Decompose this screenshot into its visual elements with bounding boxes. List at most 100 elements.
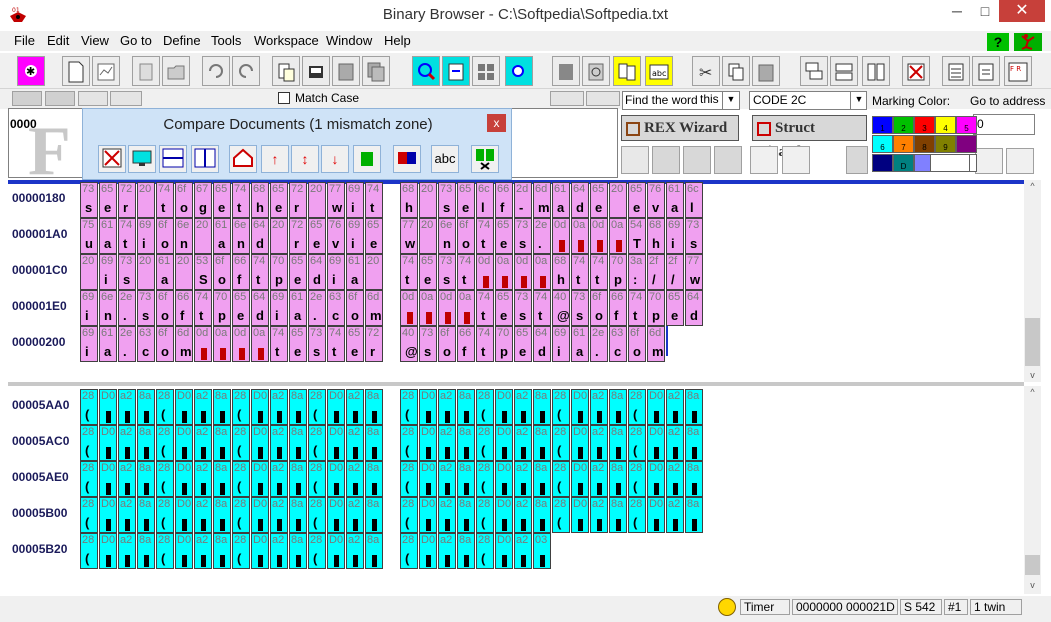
hex-byte-cell[interactable]: 66 f: [232, 254, 250, 290]
hex-byte-cell[interactable]: 28 (: [156, 425, 174, 461]
hex-byte-cell[interactable]: 28 (: [552, 389, 570, 425]
help-icon[interactable]: ?: [987, 33, 1009, 51]
navigate-icon[interactable]: [442, 56, 470, 86]
hex-byte-cell[interactable]: D0: [251, 533, 269, 569]
properties-icon[interactable]: [942, 56, 970, 86]
hex-byte-cell[interactable]: 0a: [571, 218, 589, 254]
hex-byte-cell[interactable]: 74 t: [571, 254, 589, 290]
home-icon[interactable]: [1006, 148, 1034, 174]
hex-byte-cell[interactable]: 8a: [213, 461, 231, 497]
hex-byte-cell[interactable]: D0: [419, 497, 437, 533]
hex-byte-cell[interactable]: 20: [365, 254, 383, 290]
hex-byte-cell[interactable]: 70 p: [647, 290, 665, 326]
compare-monitor-icon[interactable]: [128, 145, 156, 173]
hex-byte-cell[interactable]: 8a: [289, 461, 307, 497]
hex-byte-cell[interactable]: 28 (: [552, 461, 570, 497]
hex-byte-cell[interactable]: 65 e: [495, 290, 513, 326]
hex-byte-cell[interactable]: D0: [327, 461, 345, 497]
scan-icon[interactable]: [132, 56, 160, 86]
hex-byte-cell[interactable]: 74 t: [118, 218, 136, 254]
hex-byte-cell[interactable]: 73 s: [419, 326, 437, 362]
hex-byte-cell[interactable]: D0: [495, 425, 513, 461]
hex-byte-cell[interactable]: 0a: [213, 326, 231, 362]
hex-byte-cell[interactable]: 69 i: [346, 182, 364, 218]
new-document-icon[interactable]: [62, 56, 90, 86]
select-block-icon[interactable]: [552, 56, 580, 86]
hex-byte-cell[interactable]: 2f /: [666, 254, 684, 290]
hex-byte-cell[interactable]: 75 u: [80, 218, 98, 254]
palette-color-cell[interactable]: [956, 135, 977, 153]
hex-byte-cell[interactable]: 8a: [609, 461, 627, 497]
mismatch-zone-icon[interactable]: ↕: [291, 145, 319, 173]
hex-byte-cell[interactable]: D0: [99, 425, 117, 461]
hex-byte-cell[interactable]: D0: [647, 389, 665, 425]
hex-byte-cell[interactable]: a2: [270, 425, 288, 461]
hex-byte-cell[interactable]: 2e.: [308, 290, 326, 326]
hex-byte-cell[interactable]: 73 s: [514, 218, 532, 254]
hex-byte-cell[interactable]: 6d m: [365, 290, 383, 326]
menu-file[interactable]: File: [14, 33, 35, 48]
hex-byte-cell[interactable]: D0: [175, 425, 193, 461]
hex-byte-cell[interactable]: 74 t: [327, 326, 345, 362]
hex-byte-cell[interactable]: D0: [495, 533, 513, 569]
menu-view[interactable]: View: [81, 33, 109, 48]
hex-byte-cell[interactable]: 8a: [457, 533, 475, 569]
tile-vertical-icon[interactable]: [862, 56, 890, 86]
hex-byte-cell[interactable]: 28 (: [232, 497, 250, 533]
hex-byte-cell[interactable]: a2: [590, 425, 608, 461]
hex-byte-cell[interactable]: 54 T: [628, 218, 646, 254]
palette-color-cell[interactable]: 7: [893, 135, 914, 153]
hex-byte-cell[interactable]: 65 e: [289, 254, 307, 290]
hex-byte-cell[interactable]: 20: [609, 182, 627, 218]
hex-byte-cell[interactable]: 69 i: [99, 254, 117, 290]
hex-byte-cell[interactable]: 0a: [495, 254, 513, 290]
block-search-icon[interactable]: [582, 56, 610, 86]
compare-close-button[interactable]: x: [487, 114, 506, 132]
hex-byte-cell[interactable]: 6f o: [457, 218, 475, 254]
hex-byte-cell[interactable]: 28 (: [476, 461, 494, 497]
find-icon[interactable]: [505, 56, 533, 86]
hex-byte-cell[interactable]: 8a: [533, 425, 551, 461]
hex-byte-cell[interactable]: 0a: [419, 290, 437, 326]
hex-byte-cell[interactable]: 6f o: [175, 182, 193, 218]
hex-byte-cell[interactable]: 70 p: [609, 254, 627, 290]
compare-checkmark-icon[interactable]: [353, 145, 381, 173]
hex-byte-cell[interactable]: 28 (: [628, 497, 646, 533]
hex-byte-cell[interactable]: D0: [99, 533, 117, 569]
hex-byte-cell[interactable]: a2: [514, 425, 532, 461]
hex-byte-cell[interactable]: 69 i: [80, 326, 98, 362]
hex-byte-cell[interactable]: a2: [438, 389, 456, 425]
menu-workspace[interactable]: Workspace: [254, 33, 319, 48]
hex-byte-cell[interactable]: 70 p: [495, 326, 513, 362]
hex-byte-cell[interactable]: D0: [327, 533, 345, 569]
hex-byte-cell[interactable]: a2: [514, 389, 532, 425]
hex-byte-cell[interactable]: a2: [514, 497, 532, 533]
hex-byte-cell[interactable]: a2: [666, 497, 684, 533]
hex-byte-cell[interactable]: D0: [175, 461, 193, 497]
hex-byte-cell[interactable]: 65 e: [99, 182, 117, 218]
hex-byte-cell[interactable]: 67 g: [194, 182, 212, 218]
hex-byte-cell[interactable]: a2: [590, 497, 608, 533]
binoculars-icon[interactable]: [12, 91, 42, 106]
hex-byte-cell[interactable]: a2: [666, 425, 684, 461]
hex-byte-cell[interactable]: 28 (: [80, 533, 98, 569]
menu-define[interactable]: Define: [163, 33, 201, 48]
goto-address-input[interactable]: 0: [973, 114, 1035, 135]
hex-byte-cell[interactable]: 8a: [365, 533, 383, 569]
hex-byte-cell[interactable]: 74 t: [270, 326, 288, 362]
hex-byte-cell[interactable]: 63 c: [327, 290, 345, 326]
hex-byte-cell[interactable]: 69 i: [346, 218, 364, 254]
hex-byte-cell[interactable]: D0: [495, 461, 513, 497]
hex-byte-cell[interactable]: a2: [514, 533, 532, 569]
hex-byte-cell[interactable]: 6d m: [175, 326, 193, 362]
hex-byte-cell[interactable]: 20: [80, 254, 98, 290]
hex-byte-cell[interactable]: 61 a: [156, 254, 174, 290]
hex-byte-cell[interactable]: 2f /: [647, 254, 665, 290]
hex-byte-cell[interactable]: 77 w: [685, 254, 703, 290]
hex-byte-cell[interactable]: 6e n: [99, 290, 117, 326]
hex-byte-cell[interactable]: 20: [419, 218, 437, 254]
hex-byte-cell[interactable]: 0d: [514, 254, 532, 290]
hex-byte-cell[interactable]: D0: [495, 497, 513, 533]
hex-byte-cell[interactable]: 74 t: [476, 290, 494, 326]
hex-byte-cell[interactable]: 8a: [457, 497, 475, 533]
